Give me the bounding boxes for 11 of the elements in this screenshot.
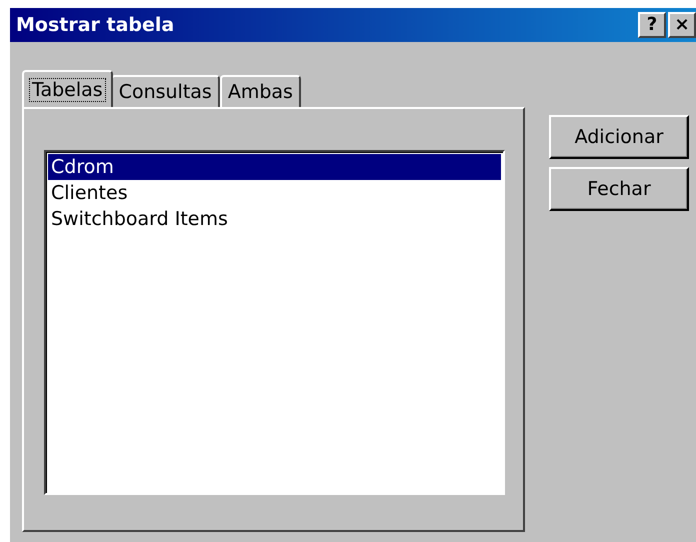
tab[interactable]: Ambas [220, 75, 301, 107]
add-button[interactable]: Adicionar [549, 115, 689, 159]
help-button[interactable]: ? [638, 12, 666, 38]
tab[interactable]: Consultas [110, 75, 220, 107]
close-button[interactable]: × [668, 12, 696, 38]
list-item[interactable]: Clientes [48, 180, 501, 206]
window-title: Mostrar tabela [16, 12, 176, 38]
list-item[interactable]: Switchboard Items [48, 206, 501, 232]
tab[interactable]: Tabelas [22, 70, 113, 107]
list-item[interactable]: Cdrom [48, 154, 501, 180]
close-dialog-button[interactable]: Fechar [549, 167, 689, 211]
